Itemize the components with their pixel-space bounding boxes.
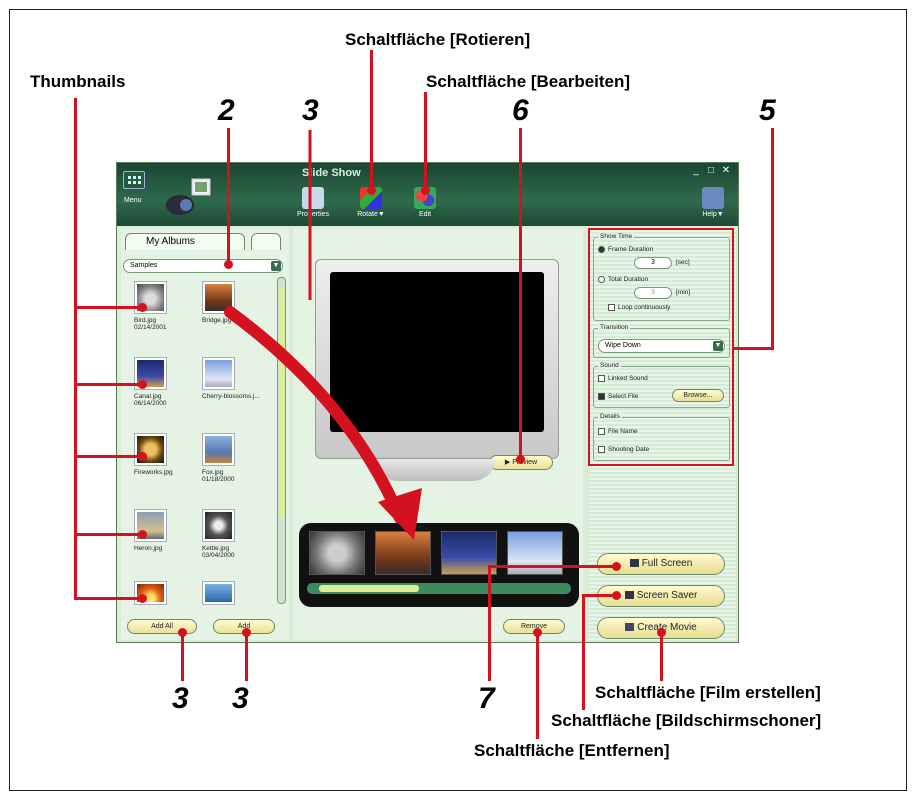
callout-dot	[138, 452, 147, 461]
callout-create-movie: Schaltfläche [Film erstellen]	[595, 683, 821, 702]
slide-frame[interactable]	[507, 531, 563, 575]
callout-dot	[657, 628, 666, 637]
thumbnail-sea[interactable]	[202, 581, 235, 605]
callout-line	[582, 594, 585, 710]
thumb-caption: Fireworks.jpg	[134, 469, 173, 476]
settings-highlight-box	[588, 228, 734, 466]
callout-line	[536, 631, 539, 739]
window-controls: _ □ ✕	[690, 166, 732, 176]
close-button[interactable]: ✕	[720, 166, 732, 176]
step-number-7: 7	[478, 682, 495, 715]
callout-rotate-button: Schaltfläche [Rotieren]	[345, 30, 531, 49]
full-screen-icon	[629, 559, 639, 568]
callout-line	[74, 306, 142, 309]
callout-line	[732, 347, 774, 350]
callout-dot	[138, 380, 147, 389]
step-number-3-left: 3	[172, 682, 189, 715]
callout-dot	[612, 591, 621, 600]
callout-dot	[178, 628, 187, 637]
callout-remove: Schaltfläche [Entfernen]	[474, 741, 670, 760]
menu-label: Menu	[124, 197, 142, 204]
help-label: Help▼	[702, 211, 724, 218]
callout-dot	[138, 303, 147, 312]
strip-scrollbar-thumb[interactable]	[319, 585, 419, 592]
help-button[interactable]: Help▼	[695, 187, 731, 218]
maximize-button[interactable]: □	[705, 166, 717, 176]
callout-dot	[138, 530, 147, 539]
callout-thumbnails: Thumbnails	[30, 72, 126, 91]
callout-line	[771, 128, 774, 350]
callout-line	[245, 631, 248, 681]
callout-edit-button: Schaltfläche [Bearbeiten]	[426, 72, 631, 91]
callout-line	[488, 565, 618, 568]
thumb-caption: Heron.jpg	[134, 545, 163, 552]
callout-dot	[242, 628, 251, 637]
menu-icon[interactable]	[123, 171, 145, 189]
create-movie-icon	[625, 623, 635, 632]
callout-line	[74, 455, 142, 458]
step-number-3-right: 3	[232, 682, 249, 715]
screen-saver-icon	[624, 591, 634, 600]
minimize-button[interactable]: _	[690, 166, 702, 176]
drag-arrow	[224, 130, 422, 540]
step-number-6: 6	[512, 94, 529, 127]
thumb-caption: Bird.jpg 02/14/2001	[134, 317, 167, 331]
callout-dot	[533, 628, 542, 637]
callout-line	[74, 98, 77, 598]
tab-my-albums-label: My Albums	[146, 236, 195, 247]
callout-screensaver: Schaltfläche [Bildschirmschoner]	[551, 711, 822, 730]
callout-dot	[516, 455, 525, 464]
step-number-5: 5	[759, 94, 776, 127]
callout-line	[181, 631, 184, 681]
thumb-caption: Canal.jpg 06/14/2000	[134, 393, 167, 407]
callout-dot	[138, 594, 147, 603]
callout-dot	[612, 562, 621, 571]
callout-line	[660, 631, 663, 681]
callout-line	[488, 565, 491, 681]
callout-line	[74, 383, 142, 386]
album-select-value: Samples	[130, 262, 158, 269]
callout-line	[74, 597, 142, 600]
callout-line	[519, 128, 522, 458]
strip-scrollbar[interactable]	[307, 583, 571, 594]
thumbnail-fireworks[interactable]	[134, 433, 167, 466]
help-icon	[702, 187, 724, 209]
callout-line	[74, 533, 142, 536]
